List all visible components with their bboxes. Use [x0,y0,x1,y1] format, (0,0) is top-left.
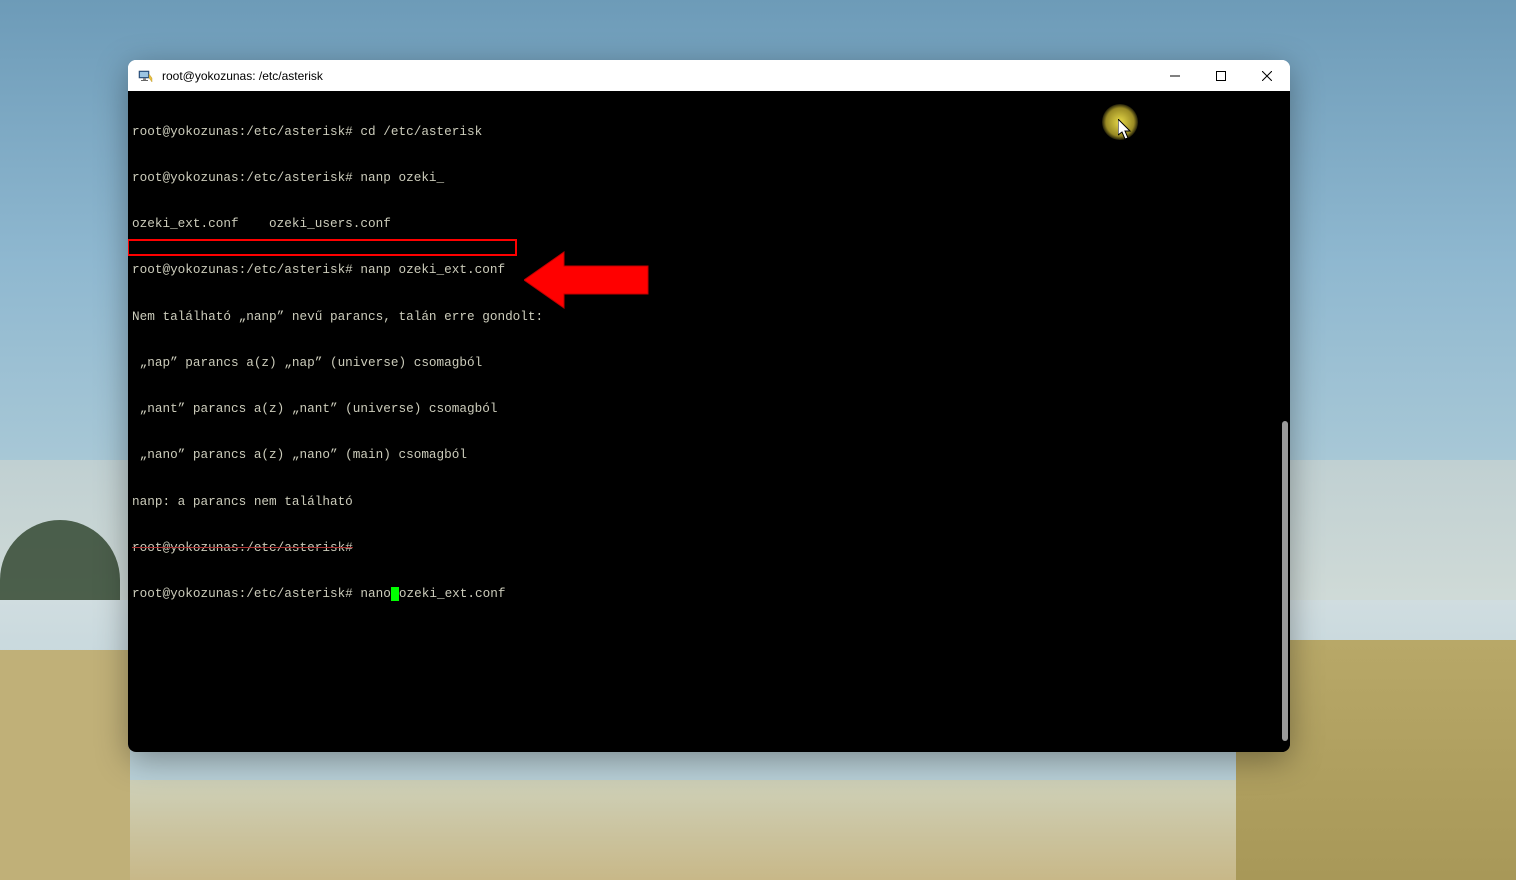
prompt: root@yokozunas:/etc/asterisk# [132,586,353,601]
terminal[interactable]: root@yokozunas:/etc/asterisk# cd /etc/as… [128,91,1290,752]
window-title: root@yokozunas: /etc/asterisk [162,69,323,83]
putty-icon [138,68,154,84]
terminal-line: „nap” parancs a(z) „nap” (universe) csom… [132,355,1270,370]
terminal-line: root@yokozunas:/etc/asterisk# nanp ozeki… [132,262,1270,277]
scrollbar-thumb[interactable] [1282,421,1288,741]
annotation-highlight-box [128,239,517,256]
window-controls [1152,60,1290,91]
input-before-cursor: nano [353,586,391,601]
cursor [391,587,399,601]
close-button[interactable] [1244,60,1290,91]
input-after-cursor: ozeki_ext.conf [399,586,506,601]
scrollbar[interactable] [1274,91,1290,752]
maximize-button[interactable] [1198,60,1244,91]
titlebar[interactable]: root@yokozunas: /etc/asterisk [128,60,1290,91]
terminal-line: Nem található „nanp” nevű parancs, talán… [132,309,1270,324]
terminal-line: root@yokozunas:/etc/asterisk# cd /etc/as… [132,124,1270,139]
terminal-line-struck: root@yokozunas:/etc/asterisk# [132,540,1270,555]
terminal-line: „nano” parancs a(z) „nano” (main) csomag… [132,447,1270,462]
minimize-button[interactable] [1152,60,1198,91]
terminal-line: ozeki_ext.conf ozeki_users.conf [132,216,1270,231]
terminal-line: nanp: a parancs nem található [132,494,1270,509]
terminal-content[interactable]: root@yokozunas:/etc/asterisk# cd /etc/as… [128,91,1274,752]
wallpaper-grass-left [0,650,130,880]
putty-window: root@yokozunas: /etc/asterisk root@yokoz… [128,60,1290,752]
terminal-current-line: root@yokozunas:/etc/asterisk# nano ozeki_… [132,586,1270,601]
terminal-line: „nant” parancs a(z) „nant” (universe) cs… [132,401,1270,416]
terminal-line: root@yokozunas:/etc/asterisk# nanp ozeki… [132,170,1270,185]
